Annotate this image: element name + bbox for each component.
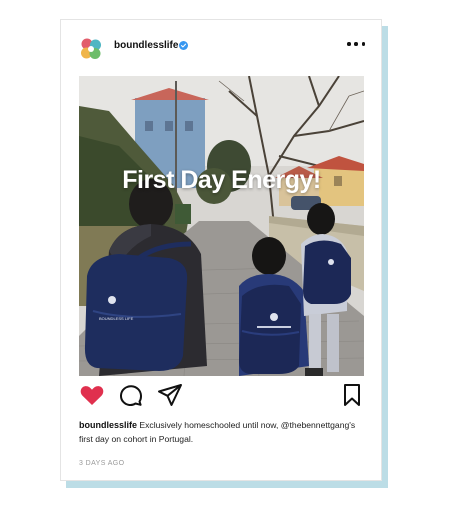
post-timestamp: 3 DAYS AGO — [79, 460, 125, 467]
post-username[interactable]: boundlesslife — [114, 40, 178, 51]
post-actions-bar — [79, 382, 364, 408]
heart-icon[interactable] — [79, 382, 105, 408]
send-icon[interactable] — [157, 382, 183, 408]
photo-overlay-text: First Day Energy! — [122, 166, 321, 194]
post-caption: boundlesslife Exclusively homeschooled u… — [79, 419, 367, 446]
instagram-post-card: boundlesslife BOUNDLESS LIFE First Day E… — [60, 19, 382, 481]
bookmark-icon[interactable] — [339, 382, 365, 408]
post-header: boundlesslife — [61, 20, 381, 76]
backpack-logo-text: BOUNDLESS LIFE — [99, 316, 134, 321]
avatar[interactable] — [77, 35, 105, 63]
verified-badge-icon — [179, 41, 188, 50]
caption-username[interactable]: boundlesslife — [79, 420, 137, 430]
more-options-icon[interactable] — [347, 38, 365, 50]
comment-icon[interactable] — [117, 382, 143, 408]
post-photo[interactable]: BOUNDLESS LIFE First Day Energy! — [79, 76, 364, 376]
